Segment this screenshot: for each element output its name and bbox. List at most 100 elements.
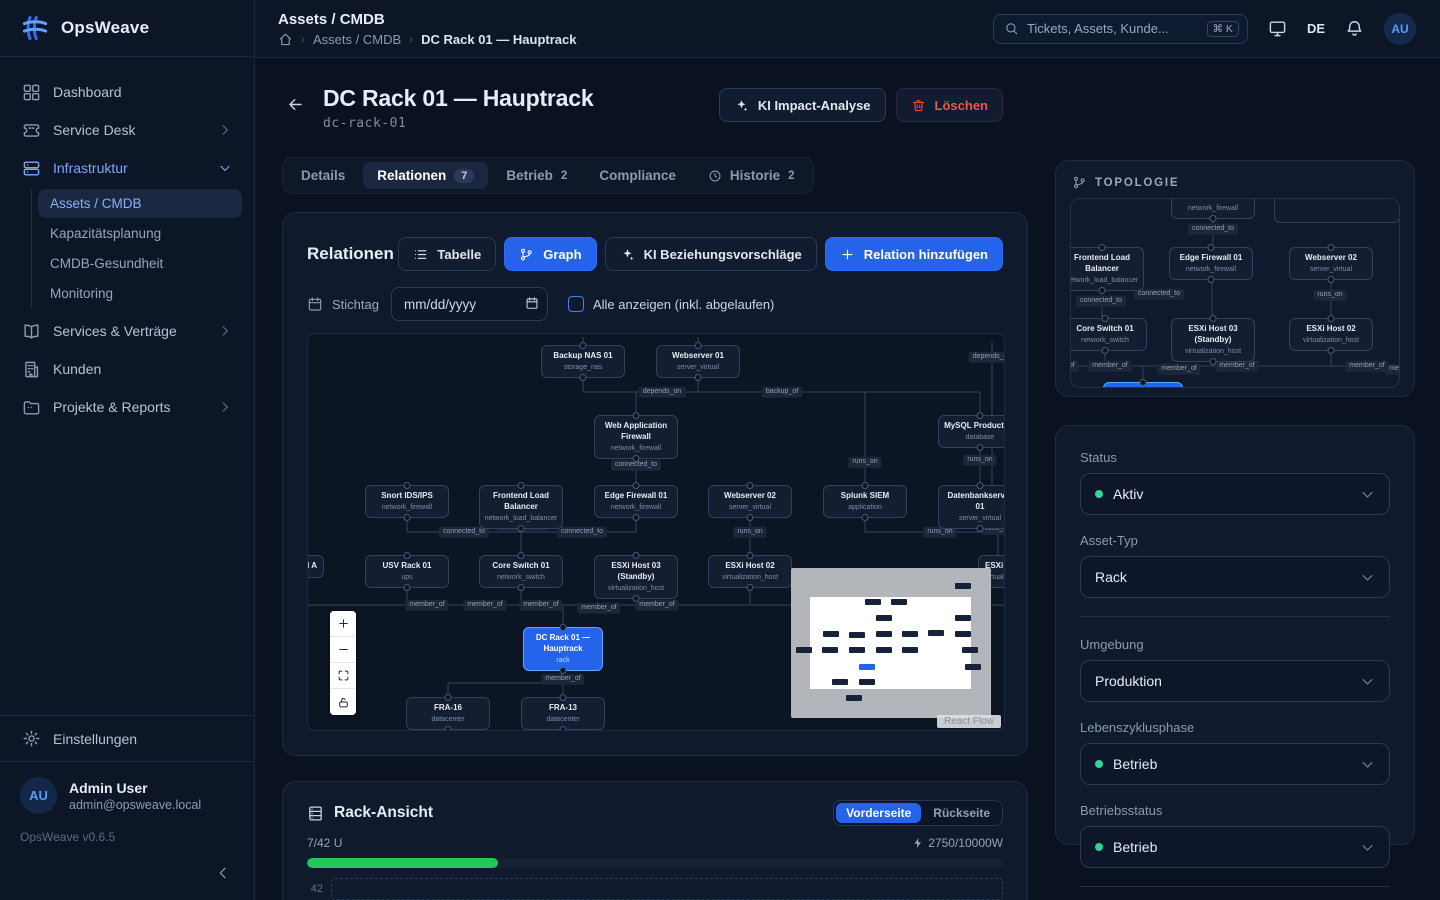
graph-node-frontend-load-balancer[interactable]: Frontend Load Balancernetwork_load_balan…: [479, 485, 563, 529]
search-input[interactable]: [1027, 21, 1199, 36]
display-icon[interactable]: [1268, 19, 1287, 38]
tab-betrieb[interactable]: Betrieb2: [492, 162, 581, 189]
sidebar-item-infrastruktur[interactable]: Infrastruktur: [12, 149, 242, 187]
history-icon: [708, 169, 722, 183]
sidebar-subitem-assets-cmdb[interactable]: Assets / CMDB: [38, 189, 242, 218]
graph-node-mysql-production[interactable]: MySQL Productiondatabase: [938, 415, 1005, 448]
graph-node-webserver-01[interactable]: Webserver 01server_virtual: [656, 345, 740, 378]
graph-node-snort-ids-ips[interactable]: Snort IDS/IPSnetwork_firewall: [365, 485, 449, 518]
page-title: DC Rack 01 — Hauptrack: [323, 85, 593, 112]
user-card[interactable]: AU Admin User admin@opsweave.local: [0, 762, 254, 820]
select-betriebsstatus[interactable]: Betrieb: [1080, 826, 1390, 868]
graph-node-datenbankserver-01[interactable]: Datenbankserver 01server_virtual: [938, 485, 1005, 529]
sidebar-subitem-monitoring[interactable]: Monitoring: [38, 279, 242, 308]
graph-node-fra-13[interactable]: FRA-13datacenter: [521, 697, 605, 730]
graph-node-esxi-host-02[interactable]: ESXi Host 02virtualization_host: [1289, 318, 1373, 351]
graph-node-empty[interactable]: [1274, 198, 1400, 223]
graph-node-fra-16[interactable]: FRA-16datacenter: [406, 697, 490, 730]
graph-node-esxi-host-03-standby[interactable]: ESXi Host 03 (Standby)virtualization_hos…: [1171, 318, 1255, 362]
sidebar-subitem-cmdb-gesundheit[interactable]: CMDB-Gesundheit: [38, 249, 242, 278]
language-toggle[interactable]: DE: [1307, 21, 1325, 36]
graph-node-usv-rack-01[interactable]: USV Rack 01ups: [365, 555, 449, 588]
ki-suggestions-button[interactable]: KI Beziehungsvorschläge: [605, 237, 817, 271]
tab-details[interactable]: Details: [287, 162, 359, 189]
minimap-viewport[interactable]: [810, 597, 971, 689]
global-search[interactable]: ⌘ K: [993, 14, 1248, 44]
status-dot: [1095, 760, 1103, 768]
graph-node-core-switch-01[interactable]: Core Switch 01network_switch: [479, 555, 563, 588]
graph-node-web-application-firewall[interactable]: Web Application Firewallnetwork_firewall: [594, 415, 678, 459]
show-all-checkbox[interactable]: [568, 296, 584, 312]
topology-preview[interactable]: connected_toconnected_toconnected_toruns…: [1070, 198, 1400, 388]
sidebar-item-service-desk[interactable]: Service Desk: [12, 111, 242, 149]
graph-node-backup-nas-01[interactable]: Backup NAS 01storage_nas: [541, 345, 625, 378]
graph-node-edge-firewall-01[interactable]: Edge Firewall 01network_firewall: [1169, 247, 1253, 280]
relations-graph-canvas[interactable]: React Flow depends_ondepends_onbackup_of…: [307, 333, 1005, 731]
node-title: Webserver 01: [672, 351, 724, 360]
graph-node-edge-firewall-01[interactable]: Edge Firewall 01network_firewall: [594, 485, 678, 518]
breadcrumb-item[interactable]: Assets / CMDB: [313, 32, 401, 47]
select-asset-typ[interactable]: Rack: [1080, 556, 1390, 598]
graph-node-web-application-firewall[interactable]: Web Application Firewallnetwork_firewall: [1171, 198, 1255, 219]
tab-relationen[interactable]: Relationen7: [363, 162, 488, 189]
back-button[interactable]: [282, 91, 308, 117]
sidebar-item-settings[interactable]: Einstellungen: [0, 716, 254, 761]
field-label-lebenszyklusphase: Lebenszyklusphase: [1080, 720, 1390, 735]
add-relation-button[interactable]: Relation hinzufügen: [825, 237, 1003, 271]
sidebar-footer: Einstellungen AU Admin User admin@opswea…: [0, 715, 254, 900]
graph-node-esxi-host-03-standby[interactable]: ESXi Host 03 (Standby)virtualization_hos…: [594, 555, 678, 599]
sidebar-item-dashboard[interactable]: Dashboard: [12, 73, 242, 111]
graph-node-ed-a[interactable]: ed A: [307, 555, 324, 578]
zoom-out-button[interactable]: [330, 637, 356, 663]
graph-node-core-switch-01[interactable]: Core Switch 01network_switch: [1070, 318, 1147, 351]
graph-view-button[interactable]: Graph: [504, 237, 596, 271]
node-subtitle: network_firewall: [1174, 265, 1248, 274]
table-view-button[interactable]: Tabelle: [398, 237, 496, 271]
sidebar-item-kunden[interactable]: Kunden: [12, 350, 242, 388]
show-all-label: Alle anzeigen (inkl. abgelaufen): [593, 297, 774, 312]
rack-empty-slot[interactable]: [331, 878, 1003, 900]
sparkles-icon: [620, 247, 635, 262]
graph-node-webserver-02[interactable]: Webserver 02server_virtual: [708, 485, 792, 518]
chevron-right-icon: [218, 400, 232, 414]
sidebar-collapse-button[interactable]: [210, 860, 236, 886]
graph-controls: [330, 611, 356, 715]
select-umgebung[interactable]: Produktion: [1080, 660, 1390, 702]
select-status[interactable]: Aktiv: [1080, 473, 1390, 515]
minimap-node-mark: [822, 647, 838, 653]
sidebar-subitem-kapazitätsplanung[interactable]: Kapazitätsplanung: [38, 219, 242, 248]
node-title: DC Rack 01 — Hauptrack: [536, 633, 590, 653]
breadcrumb-item[interactable]: DC Rack 01 — Hauptrack: [421, 32, 576, 47]
node-subtitle: datacenter: [526, 715, 600, 724]
back-side-option[interactable]: Rückseite: [923, 803, 1000, 823]
fit-view-button[interactable]: [330, 663, 356, 689]
sidebar-item-services-verträge[interactable]: Services & Verträge: [12, 312, 242, 350]
minimap-node-mark: [955, 615, 971, 621]
sidebar-item-label: Dashboard: [53, 84, 122, 100]
home-icon[interactable]: [278, 32, 293, 47]
select-lebenszyklusphase[interactable]: Betrieb: [1080, 743, 1390, 785]
brand-name: OpsWeave: [61, 18, 149, 38]
zoom-in-button[interactable]: [330, 611, 356, 637]
graph-node-splunk-siem[interactable]: Splunk SIEMapplication: [823, 485, 907, 518]
bell-icon[interactable]: [1345, 19, 1364, 38]
graph-node-esxi-host-02[interactable]: ESXi Host 02virtualization_host: [708, 555, 792, 588]
graph-minimap[interactable]: [791, 568, 991, 718]
graph-node-dc-rack-01-hauptrack[interactable]: DC Rack 01 — Hauptrackrack: [523, 627, 603, 671]
rack-view-title: Rack-Ansicht: [334, 804, 433, 822]
minimap-node-mark: [928, 630, 944, 636]
topbar-avatar[interactable]: AU: [1384, 13, 1416, 45]
front-side-option[interactable]: Vorderseite: [836, 803, 921, 823]
select-value: Betrieb: [1113, 839, 1157, 855]
sidebar-item-projekte-reports[interactable]: Projekte & Reports: [12, 388, 242, 426]
lock-button[interactable]: [330, 689, 356, 715]
graph-node-frontend-load-balancer[interactable]: Frontend Load Balancernetwork_load_balan…: [1070, 247, 1144, 291]
graph-node-dc-rack-01-hauptrack[interactable]: DC Rack 01 — Hauptrackrack: [1103, 382, 1183, 388]
edge-label: connected_to: [557, 527, 607, 538]
delete-button[interactable]: Löschen: [896, 88, 1003, 122]
sidebar: OpsWeave Dashboard Service DeskInfrastruk…: [0, 0, 255, 900]
graph-node-webserver-02[interactable]: Webserver 02server_virtual: [1289, 247, 1373, 280]
ki-impact-button[interactable]: KI Impact-Analyse: [719, 88, 886, 122]
tab-historie[interactable]: Historie2: [694, 162, 809, 189]
tab-compliance[interactable]: Compliance: [585, 162, 690, 189]
